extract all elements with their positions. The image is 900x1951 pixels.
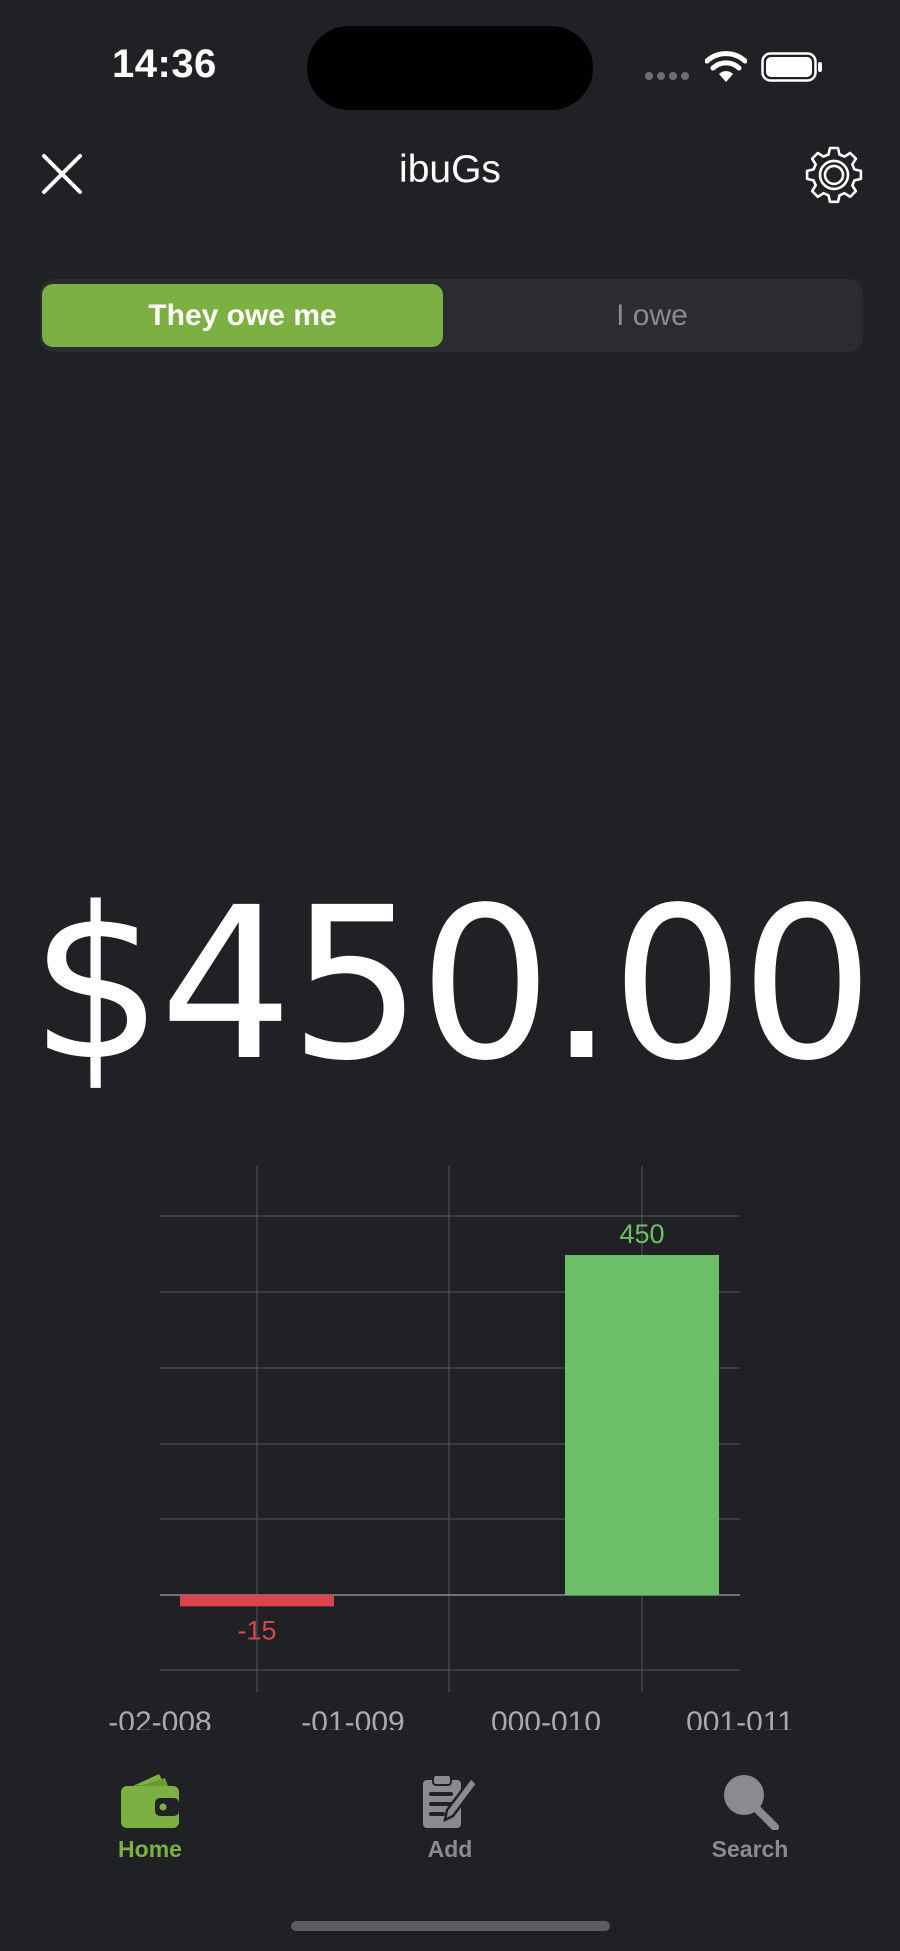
segment-i-owe[interactable]: I owe	[443, 284, 861, 347]
app-screen: 14:36 ibuGs They owe me I owe $450.00 -1…	[0, 0, 900, 1951]
wifi-icon	[705, 51, 747, 82]
x-tick-label: 000-010	[491, 1706, 601, 1730]
balance-bar-chart: -15 450 -02-008 -01-009 000-010 001-011	[108, 1166, 794, 1730]
tab-search[interactable]: Search	[680, 1772, 820, 1863]
data-label: -15	[237, 1615, 276, 1645]
home-indicator	[291, 1921, 610, 1931]
bar-000-010	[565, 1255, 719, 1595]
tab-home-label: Home	[118, 1836, 182, 1862]
dynamic-island	[307, 26, 593, 110]
owe-segmented-control: They owe me I owe	[40, 279, 863, 352]
status-time: 14:36	[112, 42, 217, 86]
page-title: ibuGs	[399, 148, 501, 191]
data-label: 450	[619, 1219, 664, 1249]
tab-add[interactable]: Add	[380, 1772, 520, 1863]
tab-home[interactable]: Home	[80, 1772, 220, 1863]
wallet-icon	[121, 1774, 179, 1828]
x-tick-label: 001-011	[686, 1706, 794, 1730]
search-icon	[724, 1775, 779, 1830]
x-tick-label: -01-009	[301, 1706, 404, 1730]
battery-icon	[761, 52, 822, 82]
clipboard-edit-icon	[423, 1774, 479, 1828]
segment-they-owe-me[interactable]: They owe me	[42, 284, 443, 347]
tab-add-label: Add	[427, 1836, 473, 1862]
x-tick-label: -02-008	[108, 1706, 211, 1730]
bar--02-008	[180, 1595, 334, 1607]
tab-search-label: Search	[711, 1836, 789, 1862]
settings-button[interactable]	[804, 144, 864, 204]
gear-icon	[805, 146, 863, 204]
balance-amount: $450.00	[29, 862, 874, 1107]
